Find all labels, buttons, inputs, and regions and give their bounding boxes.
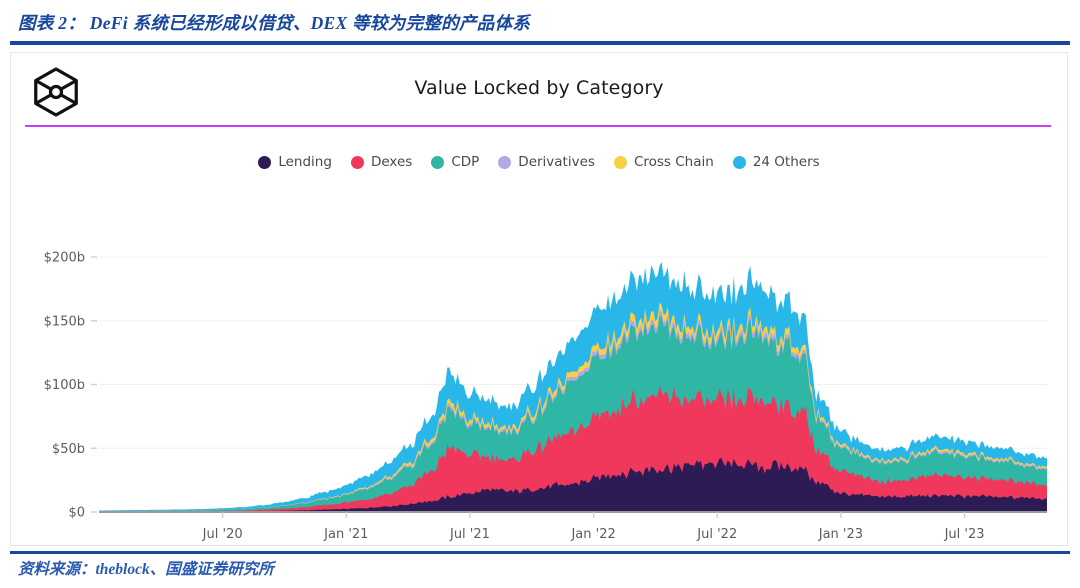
chart-legend: Lending Dexes CDP Derivatives Cross Chain 24 …	[11, 154, 1067, 170]
legend-swatch-icon	[498, 155, 512, 169]
legend-swatch-icon	[613, 155, 627, 169]
legend-label: 24 Others	[752, 154, 820, 170]
legend-item-lending[interactable]: Lending	[258, 154, 332, 170]
header-rule	[10, 41, 1070, 45]
chart-title: Value Locked by Category	[414, 77, 664, 99]
x-axis-tick-label: Jul '21	[449, 527, 490, 542]
legend-swatch-icon	[258, 155, 272, 169]
x-axis-tick-label: Jan '21	[323, 527, 368, 542]
legend-item-cdp[interactable]: CDP	[431, 154, 479, 170]
legend-label: Derivatives	[518, 154, 595, 170]
y-axis-tick-label: $150b	[44, 314, 85, 329]
legend-swatch-icon	[431, 155, 445, 169]
report-figure-title: 图表 2： DeFi 系统已经形成以借贷、DEX 等较为完整的产品体系	[18, 13, 531, 33]
x-axis-tick-label: Jan '22	[570, 527, 615, 542]
magenta-divider	[25, 125, 1051, 127]
y-axis-tick-label: $100b	[44, 378, 85, 393]
x-axis-tick-label: Jul '23	[944, 527, 985, 542]
legend-label: Dexes	[370, 154, 413, 170]
chart-card: Value Locked by Category Lending Dexes CDP…	[10, 52, 1068, 546]
legend-swatch-icon	[732, 155, 746, 169]
stacked-area-chart: $0 $50b $100b $150b $200b Jul '20 Jan '21 Jul '…	[44, 251, 1047, 542]
legend-label: CDP	[451, 154, 480, 170]
y-axis-tick-label: $0	[68, 506, 85, 521]
legend-item-derivatives[interactable]: Derivatives	[498, 154, 595, 170]
legend-item-dexes[interactable]: Dexes	[350, 154, 413, 170]
chart-plot-area: $0 $50b $100b $150b $200b Jul '20 Jan '21 Jul '…	[11, 183, 1069, 545]
report-source-note: 资料来源：theblock、国盛证券研究所	[18, 561, 274, 578]
x-axis-tick-label: Jan '23	[818, 527, 863, 542]
footer-rule	[10, 551, 1070, 554]
legend-label: Cross Chain	[633, 154, 714, 170]
x-axis-tick-label: Jul '22	[696, 527, 737, 542]
y-axis-tick-label: $50b	[52, 442, 85, 457]
y-axis-tick-label: $200b	[44, 251, 85, 266]
legend-item-24-others[interactable]: 24 Others	[732, 154, 820, 170]
legend-item-cross-chain[interactable]: Cross Chain	[613, 154, 714, 170]
x-axis-tick-label: Jul '20	[202, 527, 243, 542]
legend-label: Lending	[278, 154, 332, 170]
legend-swatch-icon	[350, 155, 364, 169]
